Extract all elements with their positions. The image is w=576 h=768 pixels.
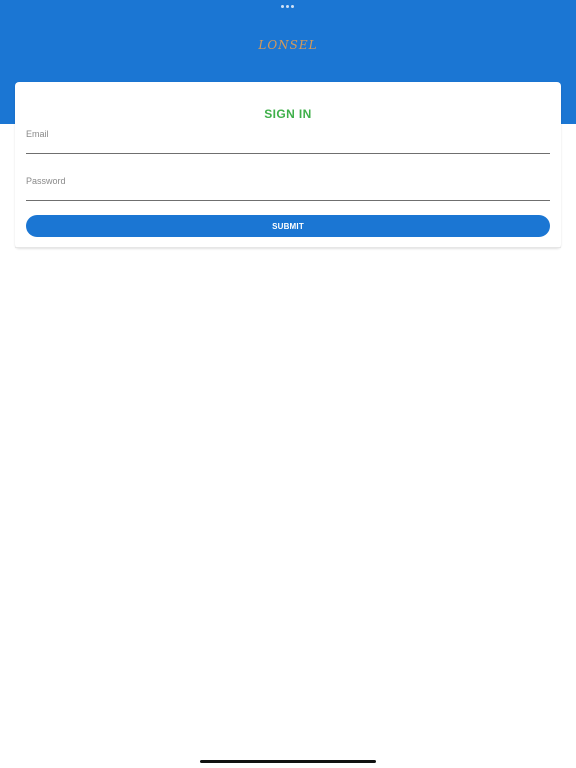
submit-button[interactable]: SUBMIT [26, 215, 550, 237]
dot [281, 5, 284, 8]
home-indicator[interactable] [200, 760, 376, 763]
card-divider [15, 247, 561, 248]
signin-card: SIGN IN SUBMIT [15, 82, 561, 248]
signin-title: SIGN IN [264, 107, 312, 121]
multitasking-dots-icon[interactable] [281, 5, 294, 8]
app-logo: LONSEL [258, 38, 318, 52]
email-field-container [26, 123, 550, 154]
email-input[interactable] [26, 123, 550, 145]
dot [291, 5, 294, 8]
dot [286, 5, 289, 8]
password-input[interactable] [26, 170, 550, 192]
password-field-container [26, 170, 550, 201]
